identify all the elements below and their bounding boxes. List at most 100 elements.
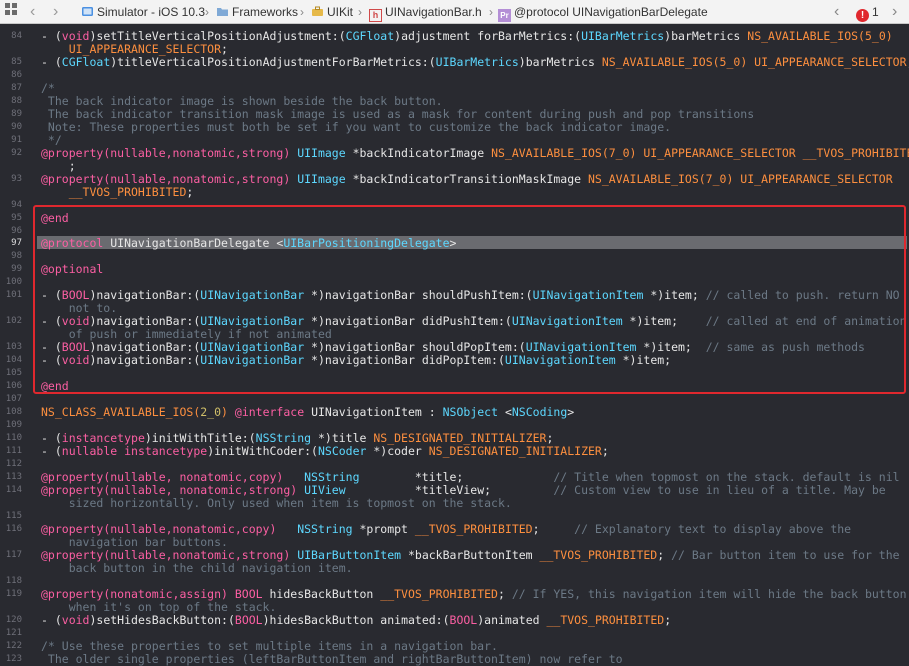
code-token: )hidesBackButton animated:( (262, 613, 450, 627)
code-token: UIBarMetrics (581, 29, 665, 43)
code-token: NS_CLASS_AVAILABLE_IOS( (41, 405, 201, 419)
code-line[interactable]: 120- (void)setHidesBackButton:(BOOL)hide… (0, 614, 909, 627)
code-token: navigation bar buttons. (41, 535, 228, 549)
breadcrumb-group[interactable]: UIKit (311, 0, 353, 24)
code-line[interactable]: 108 NS_CLASS_AVAILABLE_IOS(2_0) @interfac… (0, 406, 909, 419)
breadcrumb-file[interactable]: h UINavigationBar.h (369, 0, 482, 24)
code-line[interactable]: 85 - (CGFloat)titleVerticalPositionAdjust… (0, 56, 909, 69)
code-token: UIImage (297, 146, 346, 160)
code-token: // Bar button item to use for the (671, 548, 900, 562)
code-token: ; (497, 587, 512, 601)
project-icon (82, 7, 93, 16)
line-number: 102 (5, 316, 22, 326)
breadcrumb-folder-label: Frameworks (232, 5, 299, 19)
chevron-right-icon: › (300, 5, 304, 19)
line-number: 111 (5, 446, 22, 456)
code-token: // Title when topmost on the stack. defa… (553, 470, 900, 484)
code-token: // Custom view to use in lieu of a title… (553, 483, 886, 497)
line-number: 112 (5, 459, 22, 469)
code-text: NS_CLASS_AVAILABLE_IOS(2_0) @interface U… (41, 406, 907, 419)
code-token: hidesBackButton (262, 587, 381, 601)
folder-icon (217, 8, 228, 16)
code-token: UIBarMetrics (435, 55, 519, 69)
back-icon[interactable]: ‹ (30, 0, 35, 24)
line-number: 89 (11, 109, 22, 119)
code-token: > (567, 405, 575, 419)
line-number: 108 (5, 407, 22, 417)
forward-icon[interactable]: › (53, 0, 58, 24)
code-token: @property (41, 522, 104, 536)
code-token: __TVOS_PROHIBITED (539, 548, 658, 562)
breadcrumb-project[interactable]: Simulator - iOS 10.3 (81, 0, 205, 24)
code-token: back button in the child navigation item… (41, 561, 353, 575)
code-token: ; (532, 522, 575, 536)
code-token: @property (41, 483, 104, 497)
code-token: nullable instancetype (61, 444, 208, 458)
code-token: (nonatomic,assign) (103, 587, 235, 601)
previous-issue-icon[interactable]: ‹ (834, 0, 839, 24)
next-issue-icon[interactable]: › (892, 0, 897, 24)
code-token: UI_APPEARANCE_SELECTOR (41, 42, 222, 56)
code-token: __TVOS_PROHIBITED (41, 185, 187, 199)
code-token: The back indicator transition mask image… (41, 107, 755, 121)
issue-badge[interactable]: ! 1 (856, 0, 879, 24)
jump-bar: ‹ › Simulator - iOS 10.3 › Frameworks › … (0, 0, 909, 24)
code-token: void (61, 29, 90, 43)
line-number: 99 (11, 264, 22, 274)
breadcrumb-symbol[interactable]: Pr @protocol UINavigationBarDelegate (498, 0, 708, 24)
code-text: sized horizontally. Only used when item … (41, 497, 907, 510)
code-token: @property (41, 146, 104, 160)
code-text: - (CGFloat)titleVerticalPositionAdjustme… (41, 55, 909, 69)
code-token: BOOL (234, 613, 263, 627)
line-number: 101 (5, 290, 22, 300)
code-text: back button in the child navigation item… (41, 562, 907, 575)
code-token: NSString (304, 470, 360, 484)
line-number: 110 (5, 433, 22, 443)
breadcrumb-folder[interactable]: Frameworks (216, 0, 298, 24)
code-line[interactable]: sized horizontally. Only used when item … (0, 497, 909, 510)
code-token: )barMetrics (518, 55, 602, 69)
line-number: 98 (11, 251, 22, 261)
code-line[interactable]: back button in the child navigation item… (0, 562, 909, 575)
code-token: void (61, 613, 90, 627)
code-token: (nullable, nonatomic,strong) (103, 483, 305, 497)
code-line[interactable]: 86 (0, 69, 909, 82)
code-token: )barMetrics (664, 29, 748, 43)
code-text: @property(nullable,nonatomic,strong) UII… (41, 146, 909, 160)
code-line[interactable]: __TVOS_PROHIBITED; (0, 186, 909, 199)
code-token: __TVOS_PROHIBITED (546, 613, 665, 627)
line-number: 90 (11, 122, 22, 132)
line-number: 87 (11, 83, 22, 93)
code-line[interactable]: 111 - (nullable instancetype)initWithCode… (0, 445, 909, 458)
code-line[interactable]: 90 Note: These properties must both be s… (0, 121, 909, 134)
grid-icon[interactable] (4, 0, 18, 24)
line-number: 103 (5, 342, 22, 352)
code-token: __TVOS_PROHIBITED (380, 587, 498, 601)
line-number: 86 (11, 70, 22, 80)
line-number: 100 (5, 277, 22, 287)
code-line[interactable]: 123 The older single properties (leftBar… (0, 653, 909, 666)
code-text: - (nullable instancetype)initWithCoder:(… (41, 445, 907, 458)
protocol-icon: Pr (498, 9, 511, 22)
code-token: NSCoder (317, 444, 367, 458)
code-token: UIImage (297, 172, 346, 186)
code-token: ; (601, 444, 609, 458)
code-token: */ (41, 133, 62, 147)
breadcrumb-symbol-label: @protocol UINavigationBarDelegate (514, 5, 708, 19)
code-token: *prompt (352, 522, 415, 536)
line-number: 109 (5, 420, 22, 430)
code-text: Note: These properties must both be set … (41, 121, 907, 134)
toolbox-icon (312, 6, 323, 16)
code-token: ; (221, 42, 228, 56)
line-number: 91 (11, 135, 22, 145)
code-token: (nullable,nonatomic,strong) (103, 548, 298, 562)
code-token: 2_0 (200, 405, 222, 419)
code-token: )animated (477, 613, 547, 627)
code-token: (nullable,nonatomic,strong) (103, 172, 298, 186)
code-token: @interface (234, 405, 305, 419)
code-token: < (498, 405, 512, 419)
code-text: - (void)setHidesBackButton:(BOOL)hidesBa… (41, 614, 907, 627)
line-number: 107 (5, 394, 22, 404)
code-line[interactable]: 92 @property(nullable,nonatomic,strong) U… (0, 147, 909, 160)
line-number: 88 (11, 96, 22, 106)
